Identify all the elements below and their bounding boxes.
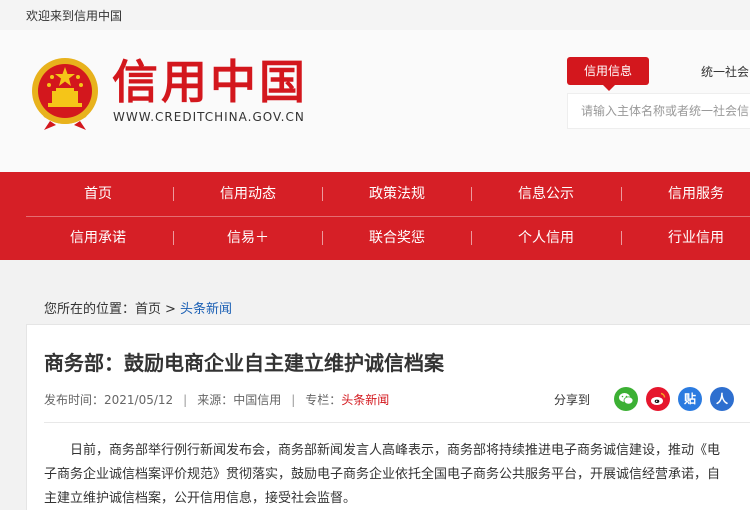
nav-divider <box>621 231 622 245</box>
search-input[interactable] <box>568 94 750 128</box>
nav-item-xinyi-plus[interactable]: 信易＋ <box>178 216 318 260</box>
nav-item-credit-commitment[interactable]: 信用承诺 <box>28 216 168 260</box>
nav-item-disclosure[interactable]: 信息公示 <box>476 172 616 216</box>
article-meta: 发布时间：2021/05/12 | 来源：中国信用 | 专栏：头条新闻 <box>44 391 389 408</box>
nav-item-joint-rewards[interactable]: 联合奖惩 <box>327 216 467 260</box>
site-url: WWW.CREDITCHINA.GOV.CN <box>113 110 305 124</box>
nav-item-personal-credit[interactable]: 个人信用 <box>476 216 616 260</box>
share-label: 分享到 <box>554 393 591 407</box>
meta-divider <box>44 422 750 423</box>
site-logo-text[interactable]: 信用中国 <box>112 52 308 112</box>
nav-item-policy[interactable]: 政策法规 <box>327 172 467 216</box>
breadcrumb-current-link[interactable]: 头条新闻 <box>180 302 232 317</box>
weibo-share-icon[interactable] <box>646 387 670 411</box>
meta-separator: | <box>183 393 188 407</box>
nav-divider <box>471 231 472 245</box>
nav-item-industry-credit[interactable]: 行业信用 <box>626 216 750 260</box>
column-link[interactable]: 头条新闻 <box>341 393 389 407</box>
breadcrumb-separator: > <box>165 302 176 317</box>
national-emblem-icon[interactable] <box>30 55 100 131</box>
site-header: 信用中国 WWW.CREDITCHINA.GOV.CN 信用信息 统一社会 <box>0 30 750 172</box>
nav-divider <box>621 187 622 201</box>
renren-share-icon[interactable]: 人 <box>710 387 734 411</box>
breadcrumb-home-link[interactable]: 首页 <box>135 302 161 317</box>
tab-unified-code[interactable]: 统一社会 <box>701 63 749 80</box>
nav-item-credit-service[interactable]: 信用服务 <box>626 172 750 216</box>
article-body: 日前，商务部举行例行新闻发布会，商务部新闻发言人高峰表示，商务部将持续推进电子商… <box>44 443 721 506</box>
nav-divider <box>173 187 174 201</box>
article-source: 来源：中国信用 <box>197 393 282 407</box>
tieba-share-icon[interactable]: 贴 <box>678 387 702 411</box>
search-box <box>567 93 750 129</box>
publish-date: 发布时间：2021/05/12 <box>44 393 174 407</box>
main-nav: 首页 信用动态 政策法规 信息公示 信用服务 信用承诺 信易＋ 联合奖惩 个人信… <box>0 172 750 260</box>
nav-item-credit-news[interactable]: 信用动态 <box>178 172 318 216</box>
breadcrumb: 您所在的位置：首页 > 头条新闻 <box>44 298 232 317</box>
welcome-text: 欢迎来到信用中国 <box>26 9 123 23</box>
nav-divider <box>322 231 323 245</box>
tab-credit-info[interactable]: 信用信息 <box>567 57 649 91</box>
nav-divider <box>471 187 472 201</box>
nav-item-home[interactable]: 首页 <box>28 172 168 216</box>
article-title: 商务部：鼓励电商企业自主建立维护诚信档案 <box>44 351 444 375</box>
breadcrumb-prefix: 您所在的位置： <box>44 302 136 317</box>
meta-separator: | <box>291 393 296 407</box>
top-bar: 欢迎来到信用中国 <box>0 0 750 30</box>
nav-divider <box>322 187 323 201</box>
wechat-share-icon[interactable] <box>614 387 638 411</box>
article-card: 商务部：鼓励电商企业自主建立维护诚信档案 发布时间：2021/05/12 | 来源：… <box>26 324 750 510</box>
column-label: 专栏： <box>305 393 342 407</box>
nav-divider <box>173 231 174 245</box>
